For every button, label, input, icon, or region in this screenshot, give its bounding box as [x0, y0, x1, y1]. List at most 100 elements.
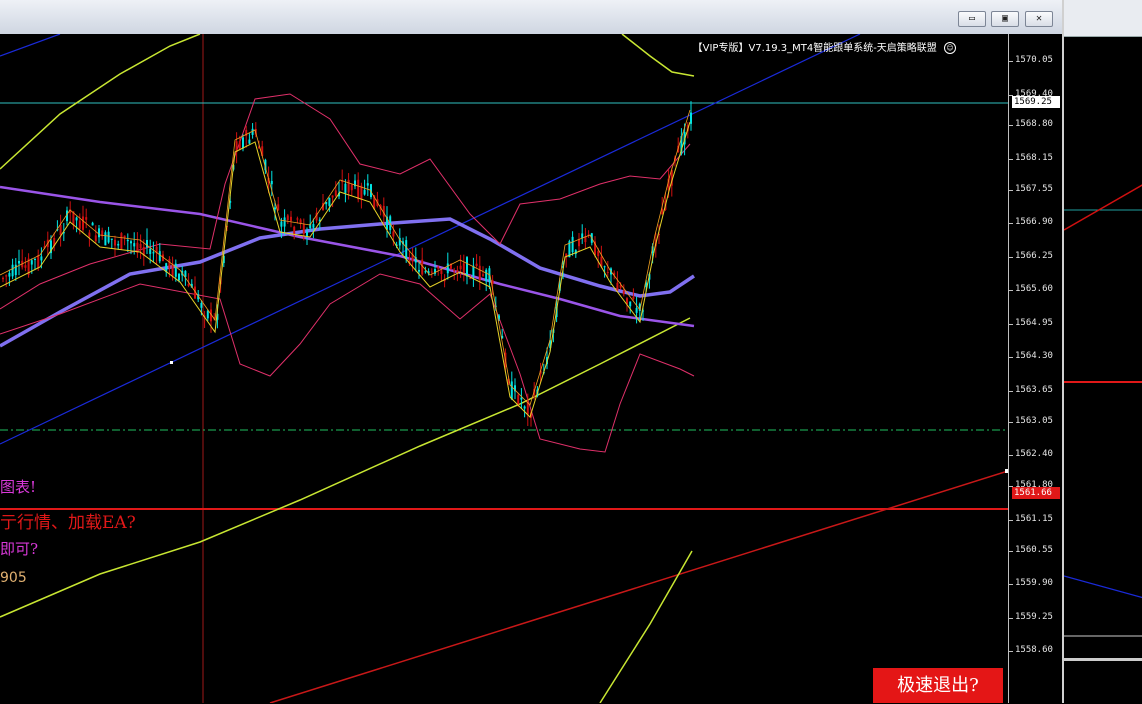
candle-body [306, 231, 308, 237]
candle-body [296, 218, 299, 220]
candle-body [149, 248, 152, 254]
price-tick-label: 1564.30 [1015, 351, 1053, 362]
candle-body [75, 217, 78, 221]
candle-body [632, 296, 635, 300]
candle-body [475, 263, 478, 267]
secondary-chart[interactable] [1062, 0, 1142, 703]
candle-body [18, 261, 20, 264]
bid-price-tag: 1569.25 [1012, 96, 1060, 109]
red-line-price-tag: 1561.66 [1012, 487, 1060, 500]
candle-body [347, 179, 350, 193]
candle-body [498, 315, 500, 319]
candle-body [357, 179, 360, 200]
message-line-2: 亍行情、加载EA? [0, 513, 136, 533]
price-tick-mark [1009, 550, 1013, 552]
candle-body [424, 271, 427, 273]
price-tick-mark [1009, 455, 1013, 457]
candle-body [466, 257, 468, 277]
candle-body [523, 406, 526, 409]
message-line-3: 即可? [0, 540, 39, 558]
candle-body [510, 381, 513, 400]
candle-body [405, 240, 408, 260]
candle-body [248, 139, 251, 144]
candle-body [158, 251, 161, 262]
ma-long-upper [0, 34, 201, 170]
channel-line-upper [0, 34, 61, 57]
candle-body [478, 265, 481, 281]
candle-body [5, 275, 8, 277]
candle-body [578, 239, 580, 247]
candle-body [571, 236, 574, 253]
candle-body [469, 278, 472, 280]
candle-body [171, 263, 174, 276]
candle-body [37, 255, 40, 269]
candle-body [331, 195, 334, 198]
anchor-point [170, 361, 173, 364]
price-tick-label: 1563.05 [1015, 415, 1053, 426]
price-tick-mark [1009, 61, 1013, 62]
price-tick-label: 1561.15 [1015, 513, 1053, 524]
candle-body [328, 197, 331, 206]
maximize-button[interactable]: ▣ [991, 11, 1019, 27]
price-tick-label: 1568.15 [1015, 152, 1053, 163]
candle-body [168, 258, 171, 269]
candle-body [283, 217, 286, 227]
price-tick-mark [1009, 158, 1013, 160]
message-line-1: 图表! [0, 478, 37, 496]
candle-body [242, 137, 244, 149]
candle-body [286, 215, 289, 221]
candle-body [139, 243, 142, 249]
ma-fast [0, 121, 691, 418]
candle-body [603, 266, 606, 268]
price-tick-mark [1009, 125, 1013, 127]
price-tick-label: 1570.05 [1015, 55, 1053, 65]
candle-body [130, 241, 132, 244]
ma-slow [0, 185, 695, 328]
minimize-button[interactable]: ▭ [958, 11, 986, 27]
candle-body [280, 221, 283, 227]
close-button[interactable]: ✕ [1025, 11, 1053, 27]
candle-body [59, 225, 62, 235]
price-tick-mark [1009, 256, 1013, 258]
candle-body [94, 235, 97, 242]
chart-plot[interactable] [0, 34, 1008, 703]
price-tick-mark [1009, 651, 1013, 653]
candle-body [174, 263, 177, 277]
candle-body [126, 239, 129, 242]
candle-body [482, 274, 484, 276]
candle-body [98, 228, 100, 238]
candle-body [366, 183, 369, 186]
candle-body [597, 251, 600, 257]
price-tick-mark [1009, 617, 1013, 619]
candle-body [334, 190, 337, 196]
price-tick-label: 1563.65 [1015, 384, 1053, 395]
window-titlebar: ▭ ▣ ✕ [0, 0, 1062, 35]
candle-body [78, 220, 81, 229]
ma-fast-2 [0, 109, 691, 406]
candle-body [11, 264, 14, 277]
candle-body [40, 256, 43, 261]
candle-body [14, 264, 17, 276]
candle-body [459, 265, 462, 270]
smiley-icon: ☺ [944, 42, 956, 54]
candle-body [88, 232, 91, 237]
candle-body [606, 271, 609, 273]
price-chart[interactable]: 【VIP专版】V7.19.3_MT4智能跟单系统-天启策略联盟 ☺ 图表! 亍行… [0, 34, 1008, 703]
candle-body [184, 270, 187, 277]
candle-body [392, 231, 395, 237]
candle-body [302, 224, 305, 235]
candle-body [312, 224, 315, 228]
price-tick-mark [1009, 223, 1013, 225]
candle-body [178, 273, 180, 281]
candle-body [82, 216, 84, 230]
price-tick-mark [1009, 323, 1013, 325]
chart-header: 【VIP专版】V7.19.3_MT4智能跟单系统-天启策略联盟 ☺ [693, 39, 956, 54]
price-tick-label: 1558.60 [1015, 645, 1053, 656]
fast-exit-button[interactable]: 极速退出? [873, 668, 1003, 703]
price-tick-mark [1009, 519, 1013, 521]
candle-body [187, 283, 190, 286]
price-tick-mark [1009, 357, 1013, 359]
candle-body [24, 265, 27, 268]
candle-body [8, 273, 11, 277]
price-tick-mark [1009, 390, 1013, 392]
